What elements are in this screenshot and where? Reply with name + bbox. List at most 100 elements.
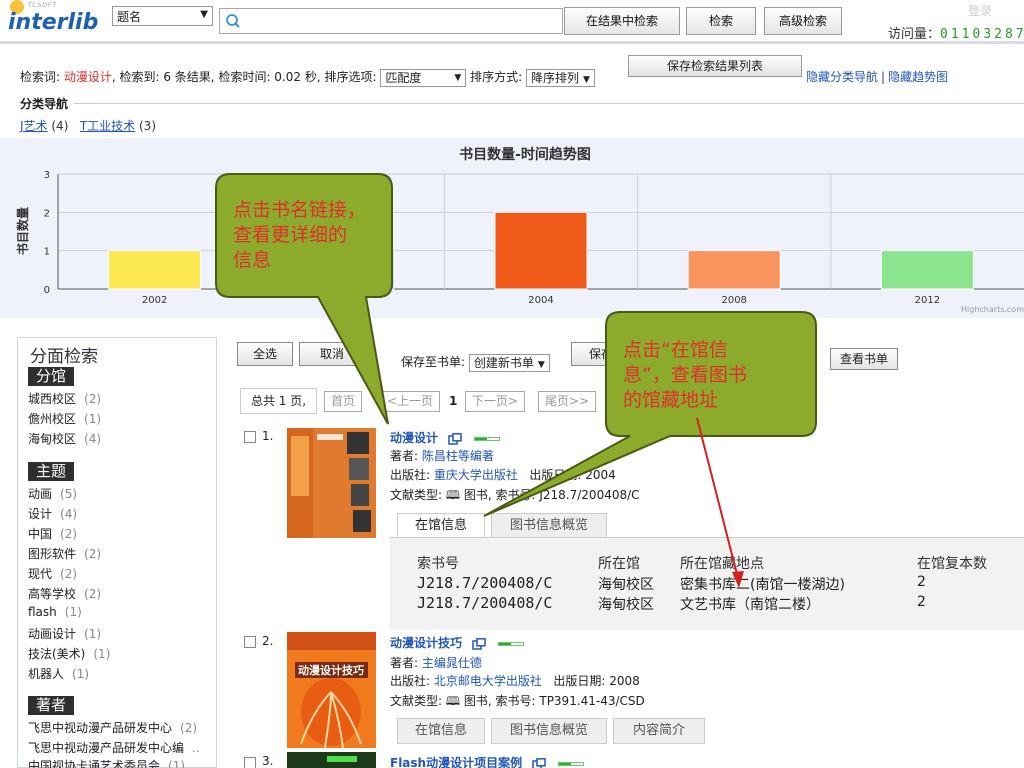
facet-item-count: (5) <box>60 487 78 501</box>
chart-x-tick-label: 2012 <box>915 295 940 306</box>
advanced-search-button[interactable]: 高级检索 <box>764 7 842 35</box>
save-results-button[interactable]: 保存检索结果列表 <box>628 55 802 77</box>
availability-bar <box>498 641 525 646</box>
category-nav: J艺术 (4) T工业技术 (3) <box>20 117 156 134</box>
external-link-icon[interactable] <box>448 432 462 445</box>
chart-y-tick-label: 3 <box>44 170 50 181</box>
tab-book-overview[interactable]: 图书信息概览 <box>491 513 607 539</box>
facet-item-label: 设计 <box>28 507 53 521</box>
call-number: J218.7/200408/C <box>539 488 640 502</box>
select-all-button[interactable]: 全选 <box>237 342 293 366</box>
chart-bar-2008[interactable] <box>687 250 781 290</box>
chart-bar-2004[interactable] <box>494 211 588 290</box>
external-link-icon[interactable] <box>472 637 486 650</box>
facet-head-branch: 分馆 <box>28 367 75 386</box>
divider <box>74 103 1024 104</box>
result-title-link[interactable]: 动漫设计 <box>390 429 501 446</box>
search-field-select[interactable]: 题名 ▼ <box>112 6 213 26</box>
category-link-industrial-tech[interactable]: T工业技术 <box>80 119 135 133</box>
facet-item-count: (4) <box>84 432 102 446</box>
facet-item-author[interactable]: 飞思中视动漫产品研发中心编.. <box>28 739 200 756</box>
sort-method-value: 降序排列 <box>531 70 580 85</box>
result-checkbox[interactable] <box>244 757 256 768</box>
facet-item-subject[interactable]: 图形软件 (2) <box>28 545 101 562</box>
publisher-link[interactable]: 北京邮电大学出版社 <box>434 674 542 688</box>
result-author: 著者: 陈昌柱等编著 <box>390 449 494 463</box>
facet-item-branch[interactable]: 儋州校区 (1) <box>28 410 101 427</box>
sort-method-select[interactable]: 降序排列 ▼ <box>526 68 595 87</box>
login-link[interactable]: 登录 <box>968 2 992 19</box>
facet-item-author[interactable]: 飞思中视动漫产品研发中心 (2) <box>28 719 197 736</box>
result-title-link[interactable]: 动漫设计技巧 <box>390 634 525 651</box>
facet-item-label: 海甸校区 <box>28 432 77 446</box>
facet-item-label: 飞思中视动漫产品研发中心 <box>28 721 173 735</box>
search-icon <box>226 14 240 28</box>
save-to-shelf-label: 保存至书单: <box>401 355 469 369</box>
dropdown-arrow-icon: ▼ <box>583 74 590 85</box>
holdings-header: 所在馆藏地点 <box>680 556 764 572</box>
pager-prev[interactable]: <上一页 <box>380 391 441 412</box>
pager-next[interactable]: 下一页> <box>465 391 526 412</box>
facet-item-count: (2) <box>180 721 198 735</box>
facet-item-subject[interactable]: 现代 (2) <box>28 565 77 582</box>
search-button[interactable]: 检索 <box>686 7 756 35</box>
publisher-link[interactable]: 重庆大学出版社 <box>434 468 518 482</box>
external-link-icon[interactable] <box>532 757 547 768</box>
sort-option-select[interactable]: 匹配度 ▼ <box>380 68 467 87</box>
holdings-header: 在馆复本数 <box>917 556 987 572</box>
book-cover-image[interactable] <box>287 428 376 538</box>
result-title-link[interactable]: Flash动漫设计项目案例 <box>390 754 585 768</box>
facet-item-subject[interactable]: 高等学校 (2) <box>28 585 101 602</box>
chart-bar-2002[interactable] <box>108 250 202 290</box>
facet-item-subject[interactable]: 动画 (5) <box>28 485 77 502</box>
author-link[interactable]: 主编晁仕德 <box>422 656 482 670</box>
availability-bar <box>474 436 501 441</box>
search-in-results-button[interactable]: 在结果中检索 <box>564 7 680 35</box>
facet-item-subject[interactable]: flash (1) <box>28 605 82 619</box>
result-number: 1. <box>262 429 274 443</box>
tab-holdings[interactable]: 在馆信息 <box>397 718 485 744</box>
hide-trend-link[interactable]: 隐藏趋势图 <box>888 70 948 84</box>
view-shelf-button[interactable]: 查看书单 <box>830 348 898 370</box>
tab-content-summary[interactable]: 内容简介 <box>613 718 705 744</box>
chart-credit[interactable]: Highcharts.com <box>961 305 1024 314</box>
book-cover-image[interactable] <box>287 752 376 768</box>
facet-item-count: (1) <box>168 759 186 768</box>
result-checkbox[interactable] <box>244 636 256 648</box>
facet-item-label: 现代 <box>28 567 53 581</box>
chart-bar-2012[interactable] <box>880 250 974 290</box>
cancel-button[interactable]: 取消 <box>299 342 365 366</box>
facet-item-label: 技法(美术) <box>28 647 86 661</box>
category-count: (4) <box>51 119 69 133</box>
interlib-logo[interactable]: TCSOFT interlib <box>6 0 106 40</box>
author-link[interactable]: 陈昌柱等编著 <box>422 449 494 463</box>
facet-item-subject[interactable]: 机器人 (1) <box>28 665 89 682</box>
facet-item-count: (2) <box>84 587 102 601</box>
dropdown-arrow-icon: ▼ <box>537 359 545 370</box>
book-cover-image[interactable]: 动漫设计技巧 <box>287 632 376 748</box>
facet-item-subject[interactable]: 设计 (4) <box>28 505 77 522</box>
save-shelf-button[interactable]: 保存 <box>571 342 631 366</box>
tab-holdings[interactable]: 在馆信息 <box>397 513 485 539</box>
facet-item-subject[interactable]: 动画设计 (1) <box>28 625 101 642</box>
facet-item-subject[interactable]: 技法(美术) (1) <box>28 645 110 662</box>
facet-item-branch[interactable]: 海甸校区 (4) <box>28 430 101 447</box>
call-number: TP391.41-43/CSD <box>539 694 645 708</box>
category-link-art[interactable]: J艺术 <box>20 119 48 133</box>
pager-first[interactable]: 首页 <box>324 391 363 412</box>
pager-last[interactable]: 尾页>> <box>538 391 597 412</box>
visits-count: 01103287 <box>940 27 1024 42</box>
facet-item-branch[interactable]: 城西校区 (2) <box>28 390 101 407</box>
search-box[interactable] <box>219 8 563 34</box>
search-input[interactable] <box>246 11 556 31</box>
holdings-copies: 2 <box>917 574 926 590</box>
facet-item-author[interactable]: 中国视协卡通艺术委员会 (1) <box>28 757 185 768</box>
facet-item-label: 儋州校区 <box>28 412 77 426</box>
visit-counter: 访问量：01103287 <box>888 23 1024 42</box>
holdings-branch: 海甸校区 <box>598 577 654 593</box>
shelf-select[interactable]: 创建新书单 ▼ <box>468 353 550 372</box>
hide-category-nav-link[interactable]: 隐藏分类导航 <box>806 70 878 84</box>
tab-book-overview[interactable]: 图书信息概览 <box>491 718 607 744</box>
result-checkbox[interactable] <box>244 431 256 443</box>
facet-item-subject[interactable]: 中国 (2) <box>28 525 77 542</box>
